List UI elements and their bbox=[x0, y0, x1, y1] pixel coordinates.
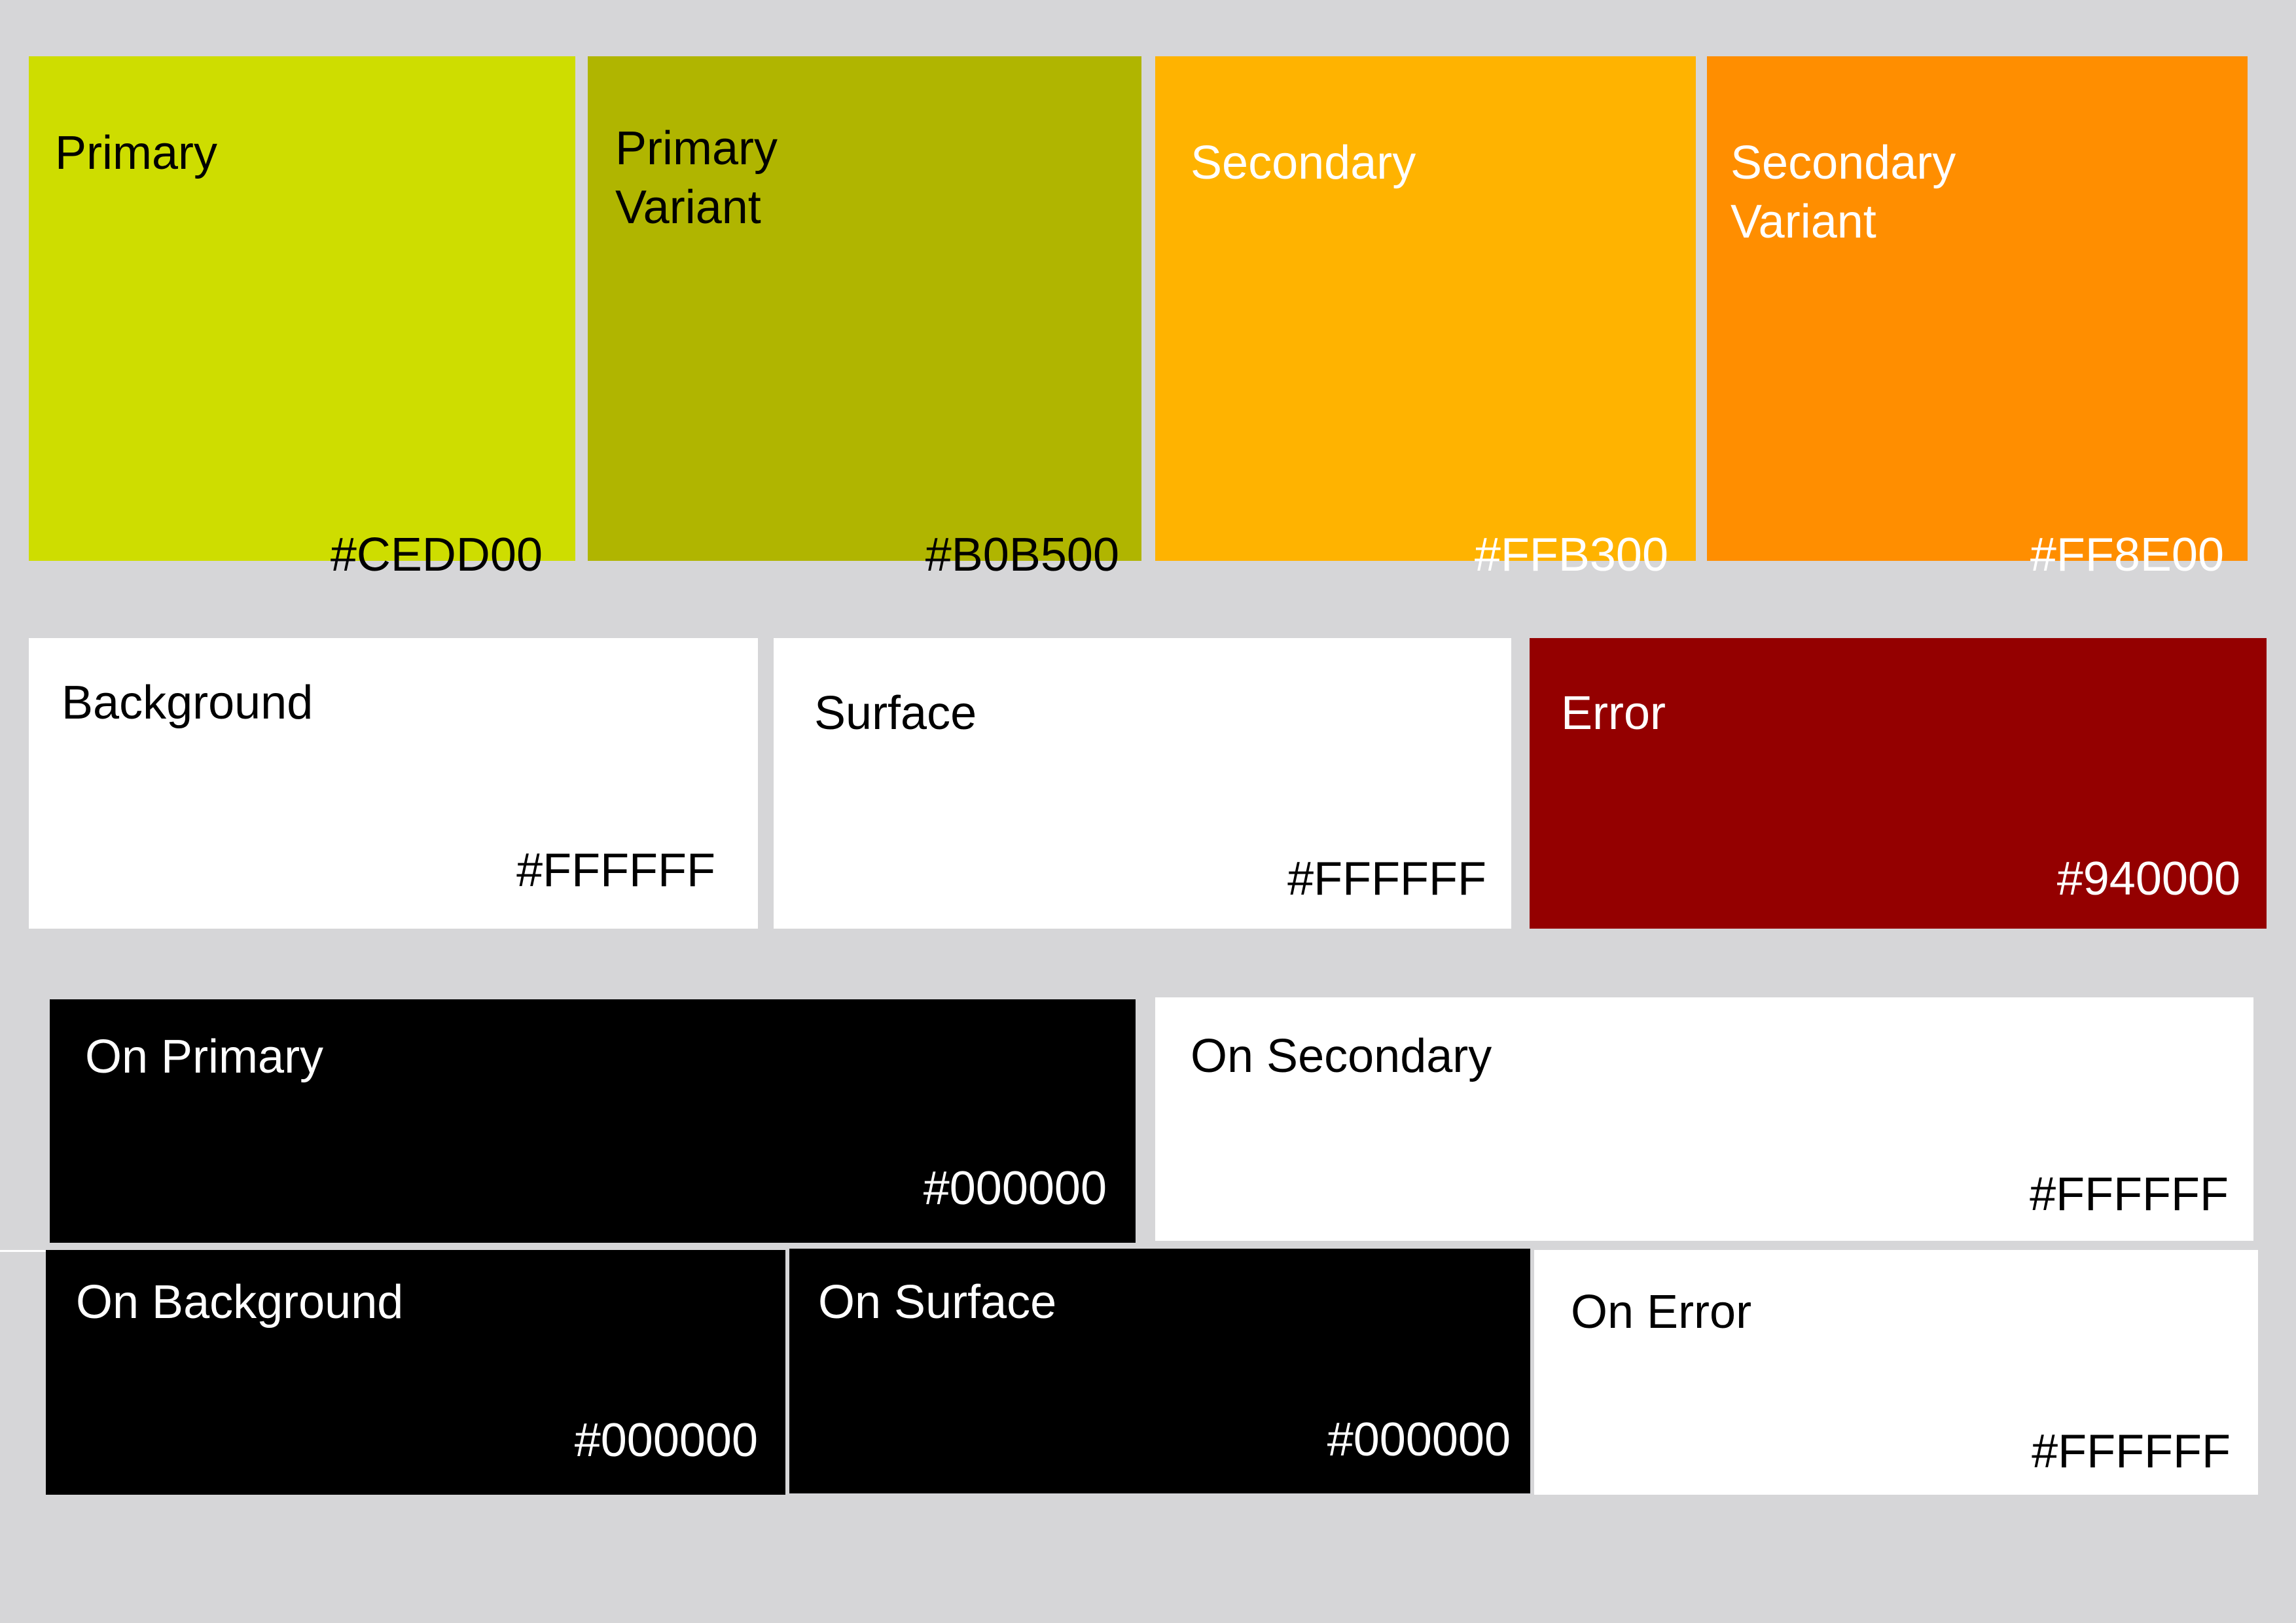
swatch-name: On Error bbox=[1571, 1286, 1752, 1338]
swatch-hex: #FFFFFF bbox=[2032, 1425, 2231, 1478]
swatch-secondary: Secondary #FFB300 bbox=[1155, 56, 1696, 581]
swatch-hex: #FFFFFF bbox=[516, 844, 715, 897]
swatch-name: Error bbox=[1561, 687, 1666, 740]
swatch-hex: #FFFFFF bbox=[1287, 853, 1486, 905]
swatch-on-error: On Error #FFFFFF bbox=[1534, 1250, 2258, 1495]
swatch-name: On Secondary bbox=[1191, 1030, 1492, 1082]
swatch-name: Surface bbox=[814, 687, 977, 740]
swatch-name: Secondary Variant bbox=[1731, 137, 1956, 248]
swatch-error: Error #940000 bbox=[1530, 638, 2267, 929]
swatch-on-surface: On Surface #000000 bbox=[789, 1249, 1530, 1493]
swatch-name: Secondary bbox=[1191, 137, 1416, 189]
swatch-hex: #FFFFFF bbox=[2030, 1168, 2229, 1221]
swatch-on-secondary: On Secondary #FFFFFF bbox=[1155, 997, 2253, 1241]
swatch-name: Primary Variant bbox=[615, 122, 778, 234]
swatch-surface: Surface #FFFFFF bbox=[774, 638, 1511, 929]
swatch-background: Background #FFFFFF bbox=[29, 638, 758, 929]
swatch-name: On Background bbox=[76, 1276, 404, 1329]
swatch-hex: #940000 bbox=[2056, 853, 2240, 905]
swatch-on-background: On Background #000000 bbox=[46, 1250, 785, 1495]
swatch-hex: #CEDD00 bbox=[330, 529, 543, 581]
divider-line bbox=[0, 1250, 46, 1252]
swatch-name: Primary bbox=[55, 127, 217, 179]
swatch-hex: #000000 bbox=[923, 1162, 1107, 1215]
swatch-name: Background bbox=[62, 677, 314, 729]
swatch-primary-variant: Primary Variant #B0B500 bbox=[588, 56, 1141, 581]
swatch-hex: #FF8E00 bbox=[2030, 529, 2224, 581]
swatch-hex: #B0B500 bbox=[925, 529, 1119, 581]
swatch-primary: Primary #CEDD00 bbox=[29, 56, 575, 581]
swatch-hex: #000000 bbox=[1327, 1414, 1511, 1466]
swatch-name: On Primary bbox=[85, 1031, 324, 1083]
swatch-hex: #FFB300 bbox=[1474, 529, 1668, 581]
swatch-secondary-variant: Secondary Variant #FF8E00 bbox=[1707, 56, 2248, 581]
swatch-on-primary: On Primary #000000 bbox=[50, 999, 1136, 1243]
swatch-hex: #000000 bbox=[574, 1414, 758, 1467]
swatch-name: On Surface bbox=[818, 1276, 1057, 1329]
